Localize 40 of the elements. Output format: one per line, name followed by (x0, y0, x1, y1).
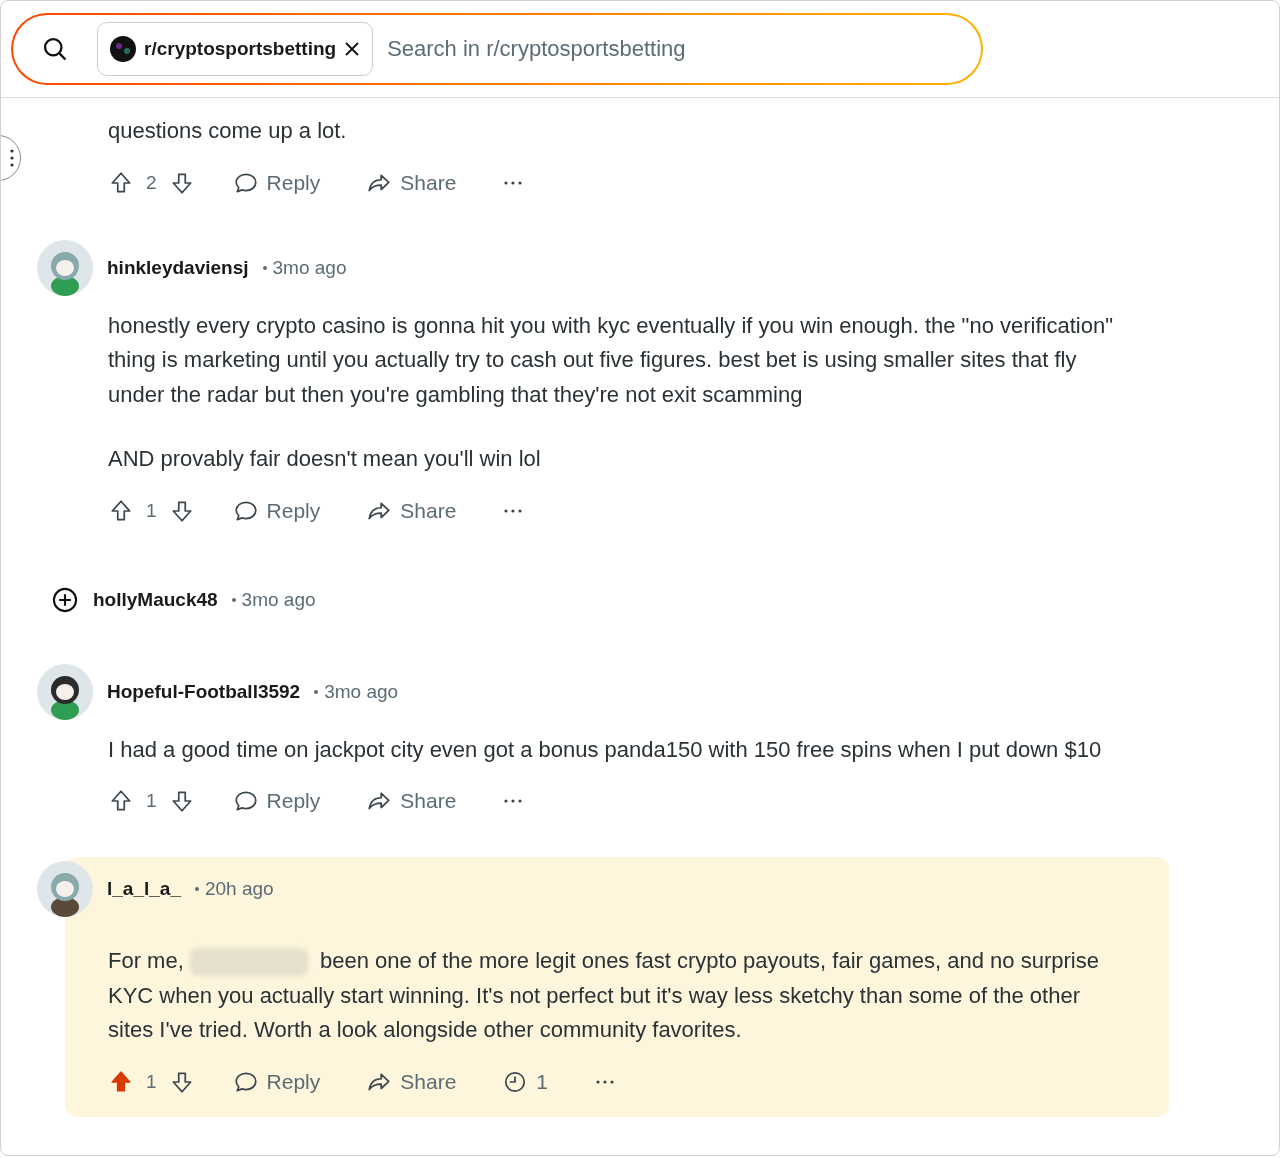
community-icon (110, 36, 136, 62)
reply-button[interactable]: Reply (224, 491, 329, 530)
share-button[interactable]: Share (358, 491, 465, 530)
user-avatar[interactable] (37, 861, 93, 917)
comment-text: questions come up a lot. (108, 117, 348, 145)
reply-button[interactable]: Reply (224, 782, 329, 820)
separator-dot-icon (314, 689, 319, 694)
separator-dot-icon (231, 597, 236, 602)
comment-author[interactable]: Hopeful-Football3592 (107, 680, 301, 703)
comment-author[interactable]: hinkleydaviensj (107, 256, 249, 279)
comment-time: 3mo ago (324, 680, 399, 703)
comment-time: 3mo ago (241, 588, 316, 611)
vote-count: 1 (146, 1070, 157, 1093)
vote-count: 1 (146, 499, 157, 522)
expand-icon[interactable] (51, 585, 79, 614)
comment-time: 3mo ago (272, 256, 347, 279)
comment-text: For me, been one of the more legit ones fast crypto payouts, fair games, and no surprise KYC when you actually start winning. It's not perfect but it's way less sketchy than some of the other sites I've tried. Worth a look alongside other community favorites. (108, 947, 1100, 1044)
comment-text: AND provably fair doesn't mean you'll win lol (108, 445, 542, 473)
comment-text: I had a good time on jackpot city even got a bonus panda150 with 150 free spins when I put down $10 (108, 735, 1103, 764)
share-button[interactable]: Share (358, 782, 465, 820)
comment-author[interactable]: hollyMauck48 (93, 588, 218, 611)
share-button[interactable]: Share (358, 163, 465, 202)
search-field[interactable]: r/cryptosportsbetting Search in r/cryptosportsbetting (11, 13, 983, 85)
close-icon[interactable] (344, 41, 361, 57)
vote-count: 1 (146, 790, 157, 812)
share-button[interactable]: Share (358, 1062, 465, 1101)
search-icon (41, 35, 69, 63)
comment-text: honestly every crypto casino is gonna hit you with kyc eventually if you win enough. the "no verification" thing is marketing until you actually try to cash out five figures. best bet is using smaller sites that fly under the radar but then you're gambling that they're not exit scamming (108, 311, 1114, 409)
separator-dot-icon (194, 887, 199, 891)
more-icon (10, 148, 14, 168)
comment-author[interactable]: l_a_l_a_ (107, 878, 181, 900)
reply-button[interactable]: Reply (224, 163, 329, 202)
more-icon (594, 1078, 616, 1085)
reply-button[interactable]: Reply (224, 1062, 329, 1101)
comment-time: 20h ago (204, 878, 274, 900)
separator-dot-icon (262, 265, 267, 270)
vote-count: 2 (146, 171, 157, 194)
user-avatar[interactable] (37, 663, 93, 720)
community-chip[interactable]: r/cryptosportsbetting (97, 22, 374, 76)
award-button[interactable]: 1 (494, 1062, 556, 1101)
